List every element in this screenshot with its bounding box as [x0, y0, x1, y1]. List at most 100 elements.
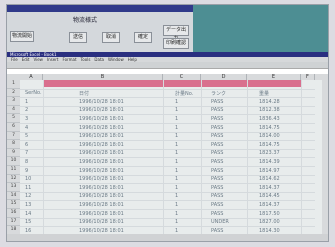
table-cell[interactable]: PASS — [211, 202, 223, 208]
table-cell[interactable]: 1814.62 — [259, 176, 280, 182]
table-cell[interactable]: 16 — [25, 228, 31, 234]
table-cell[interactable]: 1996/10/28 18:01 — [79, 159, 124, 165]
table-cell[interactable]: PASS — [211, 211, 223, 217]
table-cell[interactable]: 7 — [25, 150, 28, 156]
table-cell[interactable]: 1 — [175, 125, 178, 131]
table-cell[interactable]: PASS — [211, 228, 223, 234]
table-cell[interactable]: 1996/10/28 18:01 — [79, 202, 124, 208]
table-cell[interactable]: 1817.50 — [259, 211, 280, 217]
row-number[interactable]: 17 — [7, 217, 20, 227]
row-number[interactable]: 15 — [7, 200, 20, 209]
row-number[interactable]: 8 — [7, 140, 20, 149]
column-header-f[interactable]: F — [301, 74, 315, 80]
table-cell[interactable]: 1 — [175, 202, 178, 208]
table-cell[interactable]: 1996/10/28 18:01 — [79, 228, 124, 234]
table-cell[interactable]: 1 — [175, 211, 178, 217]
table-cell[interactable]: ランク — [211, 90, 226, 97]
table-cell[interactable]: 1823.37 — [259, 150, 280, 156]
row-number[interactable]: 5 — [7, 114, 20, 123]
table-cell[interactable]: 1 — [175, 116, 178, 122]
row-number[interactable]: 10 — [7, 157, 20, 166]
table-cell[interactable]: PASS — [211, 107, 223, 113]
table-cell[interactable]: 1814.37 — [259, 202, 280, 208]
table-cell[interactable]: 1814.45 — [259, 193, 280, 199]
row-number[interactable]: 11 — [7, 166, 20, 175]
table-cell[interactable]: 1 — [175, 168, 178, 174]
start-button[interactable]: 物流開始 — [10, 31, 34, 42]
table-cell[interactable]: PASS — [211, 142, 223, 148]
send-button[interactable]: 送信 — [69, 32, 87, 43]
vertical-scrollbar[interactable] — [322, 74, 328, 234]
table-cell[interactable]: 1996/10/28 18:01 — [79, 211, 124, 217]
table-cell[interactable]: 1 — [175, 133, 178, 139]
table-cell[interactable]: 1 — [175, 159, 178, 165]
table-cell[interactable]: 1996/10/28 18:01 — [79, 185, 124, 191]
table-cell[interactable]: 1 — [175, 150, 178, 156]
table-cell[interactable]: 計量No. — [175, 90, 193, 97]
row-number[interactable]: 4 — [7, 105, 20, 115]
table-cell[interactable]: 5 — [25, 133, 28, 139]
row-number[interactable]: 3 — [7, 97, 20, 106]
table-cell[interactable]: PASS — [211, 176, 223, 182]
row-number[interactable]: 2 — [7, 88, 20, 98]
row-number[interactable]: 16 — [7, 209, 20, 218]
row-number[interactable]: 7 — [7, 131, 20, 141]
table-cell[interactable]: 9 — [25, 168, 28, 174]
table-cell[interactable]: 1 — [175, 193, 178, 199]
table-cell[interactable]: 1 — [175, 107, 178, 113]
cancel-button[interactable]: 取消 — [102, 32, 120, 43]
table-cell[interactable]: SerNo. — [25, 90, 42, 96]
table-cell[interactable]: 1996/10/28 18:01 — [79, 107, 124, 113]
column-header-a[interactable]: A — [20, 74, 43, 80]
table-cell[interactable]: 11 — [25, 185, 31, 191]
row-number[interactable]: 9 — [7, 148, 20, 158]
table-cell[interactable]: PASS — [211, 150, 223, 156]
print-check-button[interactable]: 印刷確認 — [163, 38, 189, 49]
table-cell[interactable]: 8 — [25, 159, 28, 165]
table-cell[interactable]: 1814.97 — [259, 168, 280, 174]
table-cell[interactable]: 1814.75 — [259, 142, 280, 148]
row-number[interactable]: 13 — [7, 183, 20, 192]
table-cell[interactable]: PASS — [211, 168, 223, 174]
table-cell[interactable]: 4 — [25, 125, 28, 131]
table-cell[interactable]: 1 — [175, 176, 178, 182]
table-cell[interactable]: 1836.43 — [259, 116, 280, 122]
table-cell[interactable]: PASS — [211, 125, 223, 131]
table-cell[interactable]: PASS — [211, 159, 223, 165]
table-cell[interactable]: 2 — [25, 107, 28, 113]
table-cell[interactable]: 1 — [175, 99, 178, 105]
table-cell[interactable]: 1827.00 — [259, 219, 280, 225]
row-number[interactable]: 6 — [7, 123, 20, 132]
table-cell[interactable]: 1996/10/28 18:01 — [79, 125, 124, 131]
confirm-button[interactable]: 確定 — [134, 32, 152, 43]
table-cell[interactable]: 1996/10/28 18:01 — [79, 168, 124, 174]
table-cell[interactable]: 1814.00 — [259, 133, 280, 139]
table-cell[interactable]: 3 — [25, 116, 28, 122]
table-cell[interactable]: 1996/10/28 18:01 — [79, 142, 124, 148]
table-cell[interactable]: PASS — [211, 193, 223, 199]
table-cell[interactable]: 14 — [25, 211, 31, 217]
table-cell[interactable]: UNDER — [211, 219, 229, 225]
table-cell[interactable]: 1996/10/28 18:01 — [79, 176, 124, 182]
table-cell[interactable]: 1996/10/28 18:01 — [79, 150, 124, 156]
table-cell[interactable]: 1812.38 — [259, 107, 280, 113]
table-cell[interactable]: 1 — [175, 219, 178, 225]
table-cell[interactable]: 1814.28 — [259, 99, 280, 105]
table-cell[interactable]: 日付 — [79, 90, 89, 97]
table-cell[interactable]: 1996/10/28 18:01 — [79, 116, 124, 122]
table-cell[interactable]: 1996/10/28 18:01 — [79, 99, 124, 105]
table-cell[interactable]: PASS — [211, 133, 223, 139]
tool-window-titlebar[interactable] — [7, 5, 193, 12]
table-cell[interactable]: 1 — [25, 99, 28, 105]
table-cell[interactable]: 1 — [175, 142, 178, 148]
table-cell[interactable]: 6 — [25, 142, 28, 148]
table-cell[interactable]: 1996/10/28 18:01 — [79, 133, 124, 139]
row-number[interactable]: 12 — [7, 174, 20, 184]
data-output-button[interactable]: データ出力 — [163, 25, 189, 42]
table-cell[interactable]: 1996/10/28 18:01 — [79, 219, 124, 225]
table-cell[interactable]: 1814.30 — [259, 228, 280, 234]
table-cell[interactable]: 1 — [175, 185, 178, 191]
table-cell[interactable]: 10 — [25, 176, 31, 182]
table-cell[interactable]: 12 — [25, 193, 31, 199]
table-cell[interactable]: PASS — [211, 116, 223, 122]
